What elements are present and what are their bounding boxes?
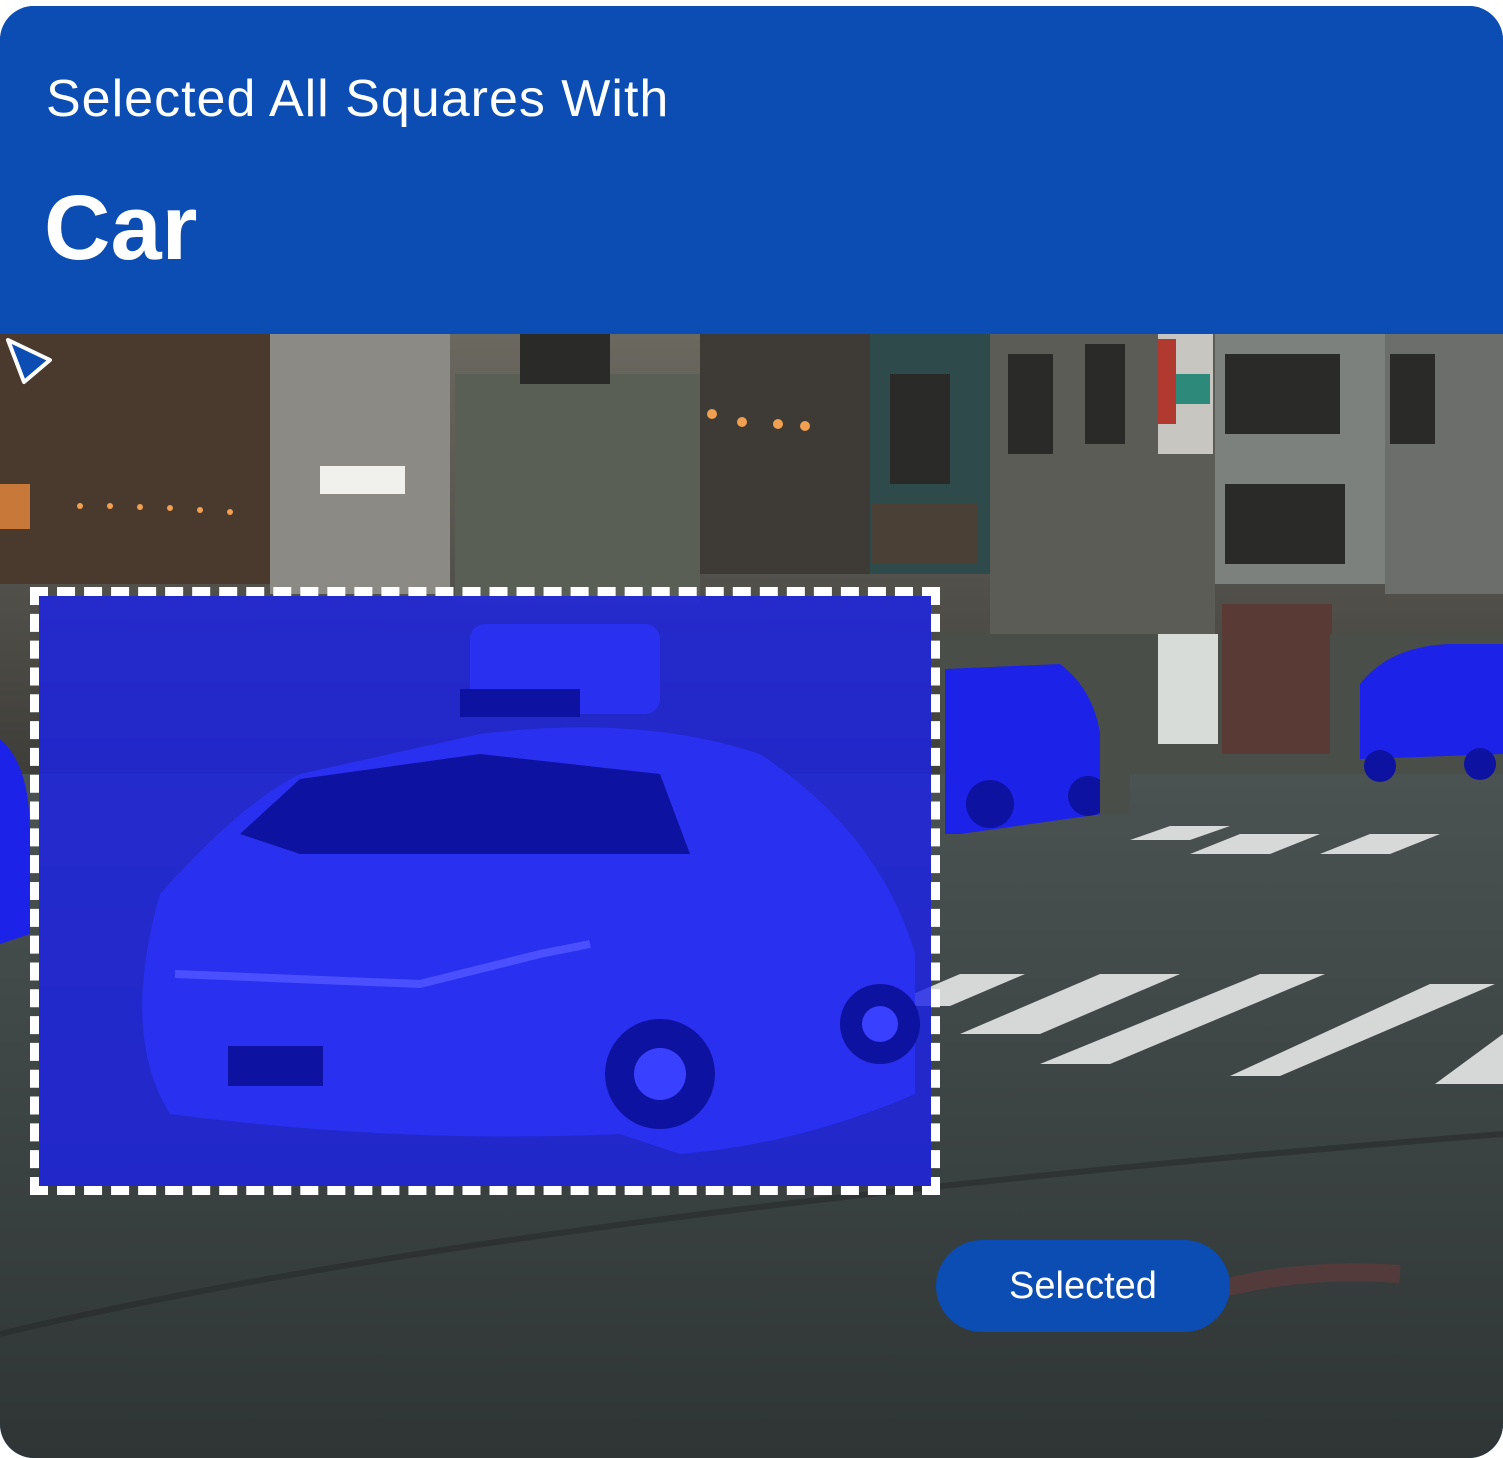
building-stone (270, 334, 450, 594)
pointer-cursor-icon (6, 338, 52, 384)
captcha-prompt: Selected All Squares With (46, 70, 670, 128)
captcha-card: Selected All Squares With Car Selected (0, 6, 1503, 1458)
street-scene-image[interactable]: Selected (0, 334, 1503, 1458)
captcha-target-label: Car (44, 177, 198, 279)
selection-box[interactable] (30, 587, 940, 1195)
car-highlight-middle (945, 664, 1108, 834)
building-green (455, 374, 700, 604)
captcha-header: Selected All Squares With Car (0, 6, 1503, 334)
building-dark (700, 334, 870, 574)
selected-button[interactable]: Selected (936, 1240, 1230, 1332)
